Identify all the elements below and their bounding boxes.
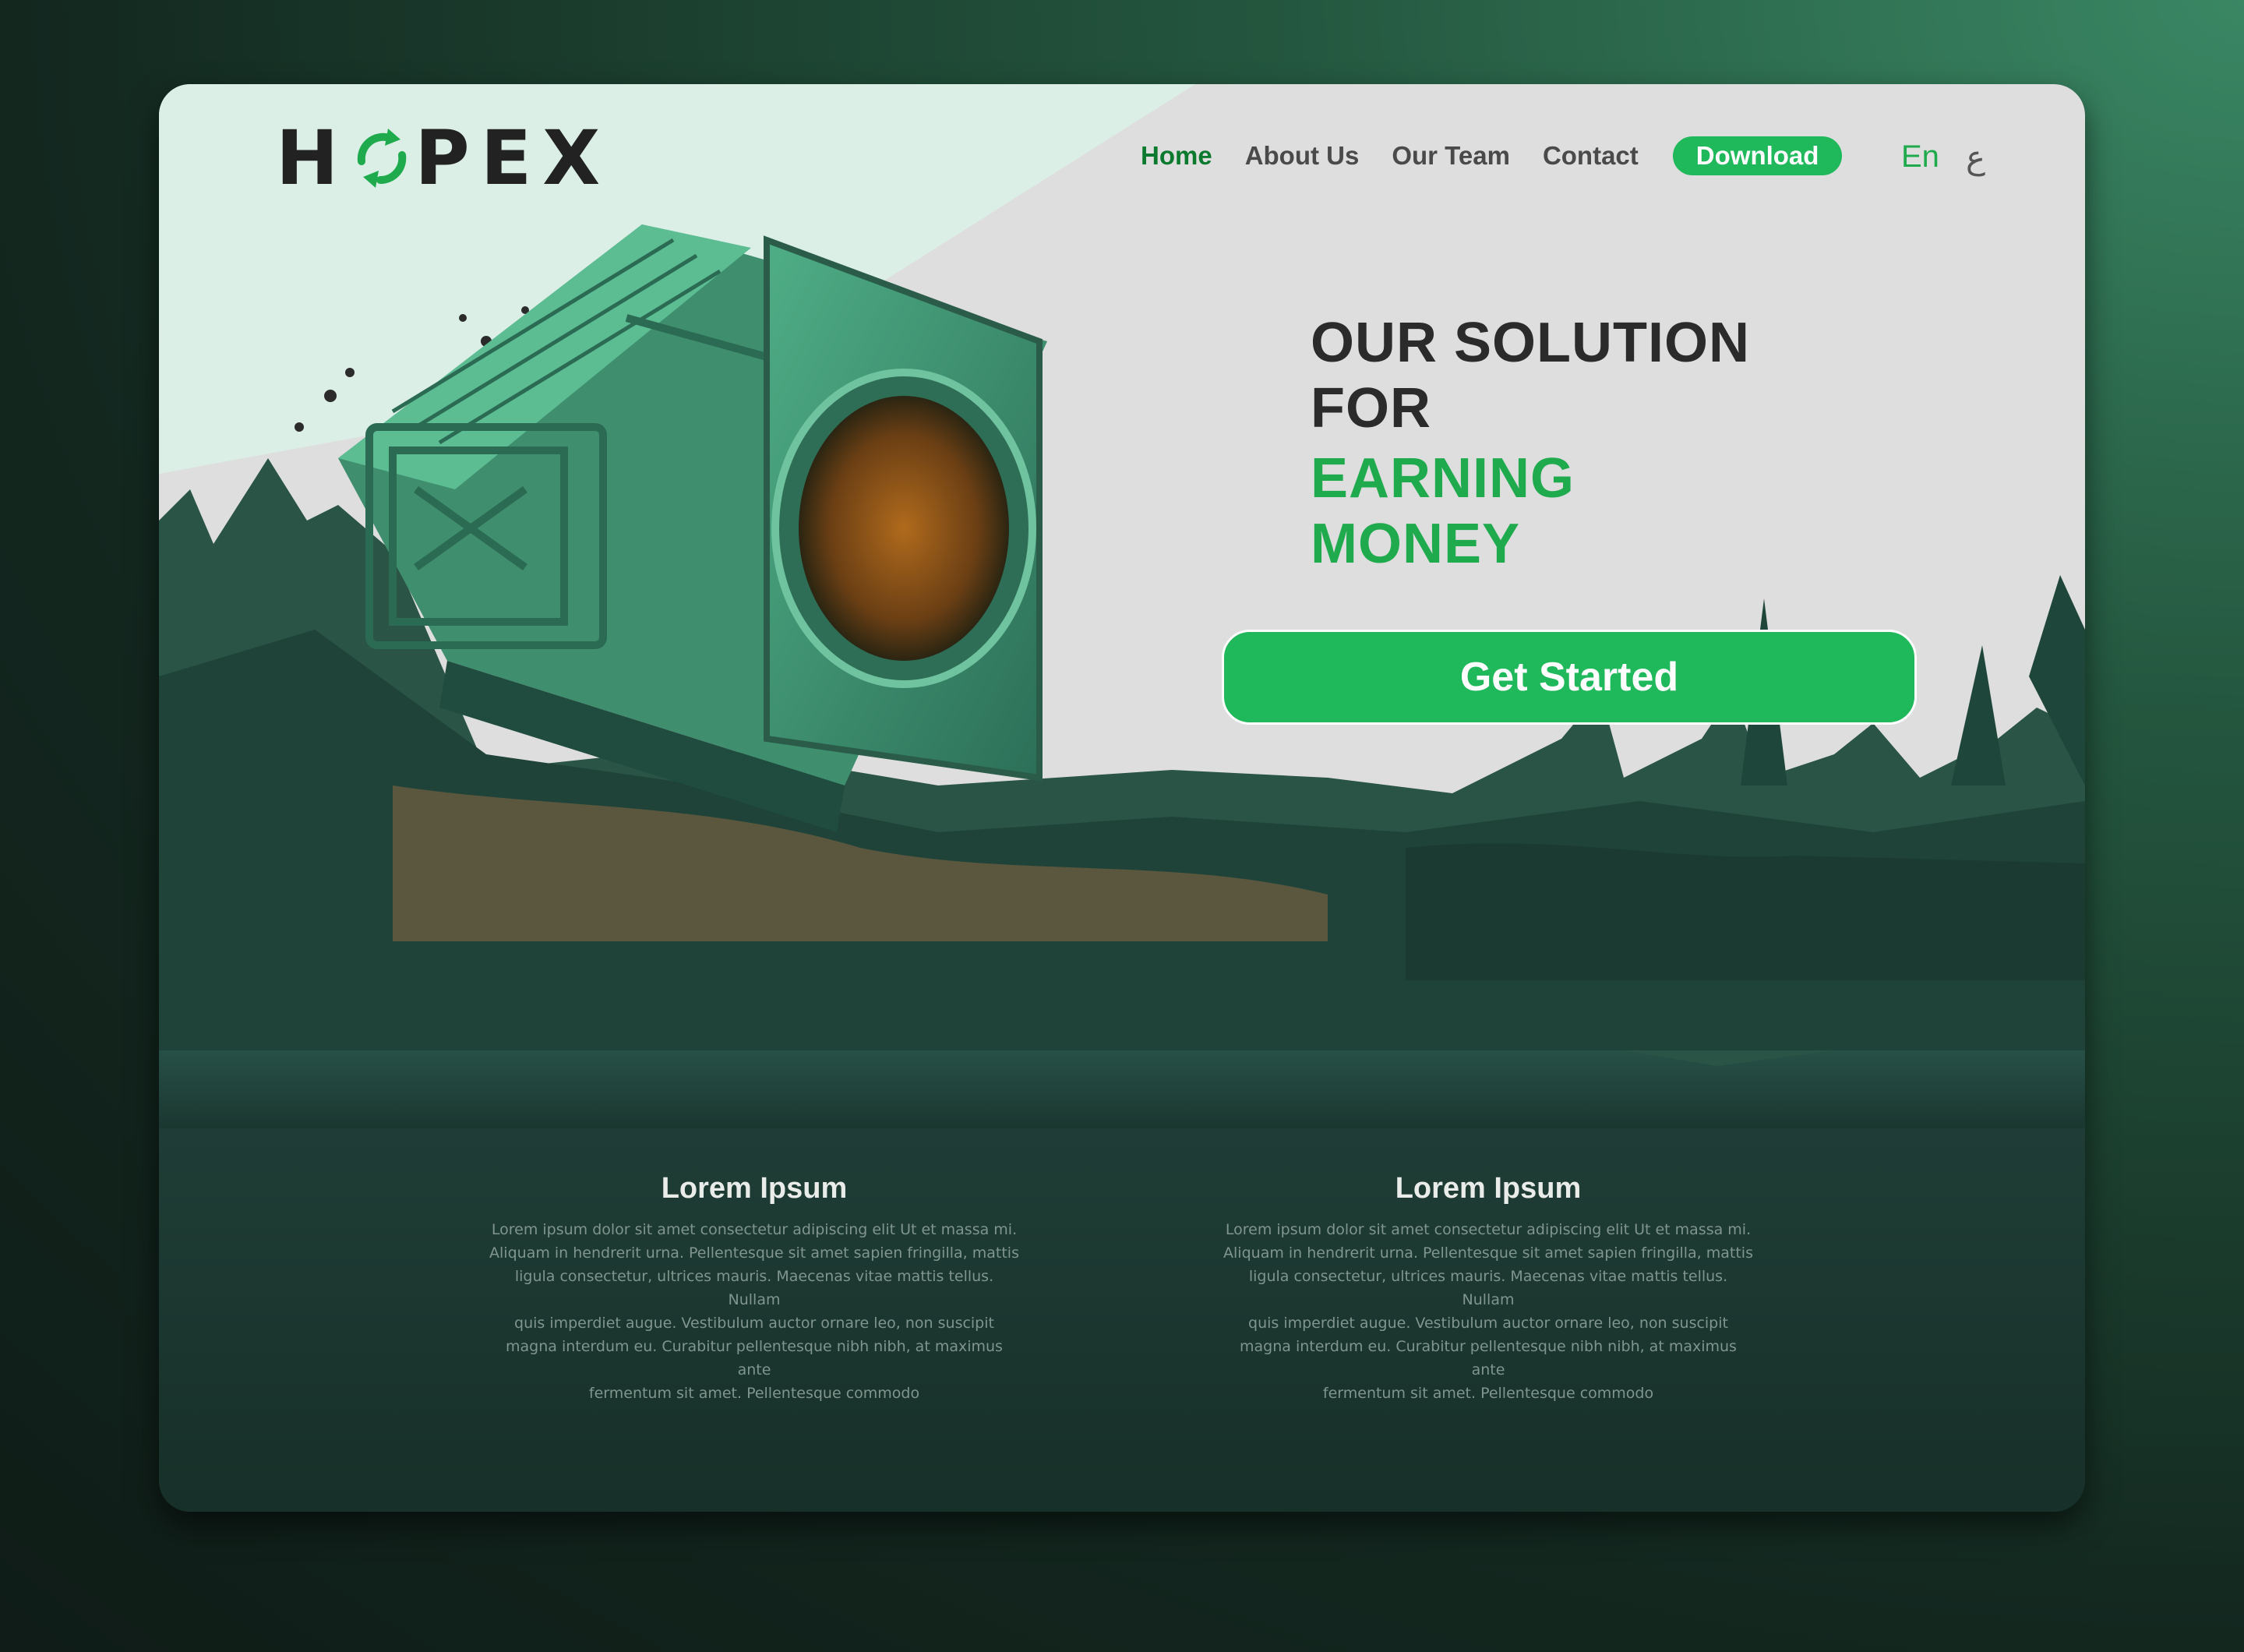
- headline-line-1: OUR SOLUTION: [1311, 312, 1750, 374]
- feature-description: Lorem ipsum dolor sit amet consectetur a…: [489, 1218, 1019, 1405]
- hero-image: [159, 84, 2085, 1128]
- feature-card: Lorem Ipsum Lorem ipsum dolor sit amet c…: [489, 1172, 1019, 1405]
- feature-text-line: ligula consectetur, ultrices mauris. Mae…: [514, 1268, 994, 1308]
- feature-text-line: Lorem ipsum dolor sit amet consectetur a…: [491, 1221, 1018, 1238]
- logo[interactable]: H PEX: [276, 115, 612, 202]
- nav-about-us[interactable]: About Us: [1245, 141, 1360, 171]
- lang-ar-toggle[interactable]: ع: [1966, 138, 1985, 176]
- hero-headline: OUR SOLUTION FOR EARNING MONEY: [1311, 310, 1750, 577]
- feature-text-line: fermentum sit amet. Pellentesque commodo: [1322, 1385, 1654, 1402]
- get-started-button[interactable]: Get Started: [1222, 630, 1917, 725]
- feature-text-line: Aliquam in hendrerit urna. Pellentesque …: [1223, 1244, 1753, 1262]
- hero-section: H PEX Home About Us Our Team Contact Dow…: [159, 84, 2085, 1128]
- feature-description: Lorem ipsum dolor sit amet consectetur a…: [1223, 1218, 1753, 1405]
- feature-text-line: quis imperdiet augue. Vestibulum auctor …: [1248, 1315, 1728, 1332]
- feature-title: Lorem Ipsum: [661, 1172, 848, 1205]
- language-switcher: En ع: [1901, 129, 1985, 184]
- lang-en-toggle[interactable]: En: [1901, 139, 1939, 175]
- nav-home[interactable]: Home: [1141, 141, 1212, 171]
- nav-contact[interactable]: Contact: [1543, 141, 1639, 171]
- headline-line-2: FOR: [1311, 377, 1431, 439]
- feature-text-line: fermentum sit amet. Pellentesque commodo: [588, 1385, 920, 1402]
- feature-text-line: ligula consectetur, ultrices mauris. Mae…: [1248, 1268, 1728, 1308]
- feature-text-line: magna interdum eu. Curabitur pellentesqu…: [506, 1338, 1003, 1378]
- feature-text-line: Lorem ipsum dolor sit amet consectetur a…: [1225, 1221, 1752, 1238]
- main-nav: Home About Us Our Team Contact Download: [1141, 125, 1843, 187]
- feature-text-line: magna interdum eu. Curabitur pellentesqu…: [1240, 1338, 1737, 1378]
- browser-window: H PEX Home About Us Our Team Contact Dow…: [159, 84, 2085, 1512]
- feature-text-line: Aliquam in hendrerit urna. Pellentesque …: [489, 1244, 1019, 1262]
- headline-line-4: MONEY: [1311, 513, 1521, 575]
- logo-letter: H: [276, 115, 350, 202]
- logo-text: PEX: [415, 115, 612, 202]
- features-section: Lorem Ipsum Lorem ipsum dolor sit amet c…: [159, 1128, 2085, 1512]
- headline-line-3: EARNING: [1311, 447, 1575, 510]
- recycle-icon: [358, 129, 407, 188]
- feature-title: Lorem Ipsum: [1395, 1172, 1582, 1205]
- download-button[interactable]: Download: [1672, 136, 1843, 175]
- feature-card: Lorem Ipsum Lorem ipsum dolor sit amet c…: [1223, 1172, 1753, 1405]
- feature-text-line: quis imperdiet augue. Vestibulum auctor …: [514, 1315, 994, 1332]
- nav-our-team[interactable]: Our Team: [1392, 141, 1510, 171]
